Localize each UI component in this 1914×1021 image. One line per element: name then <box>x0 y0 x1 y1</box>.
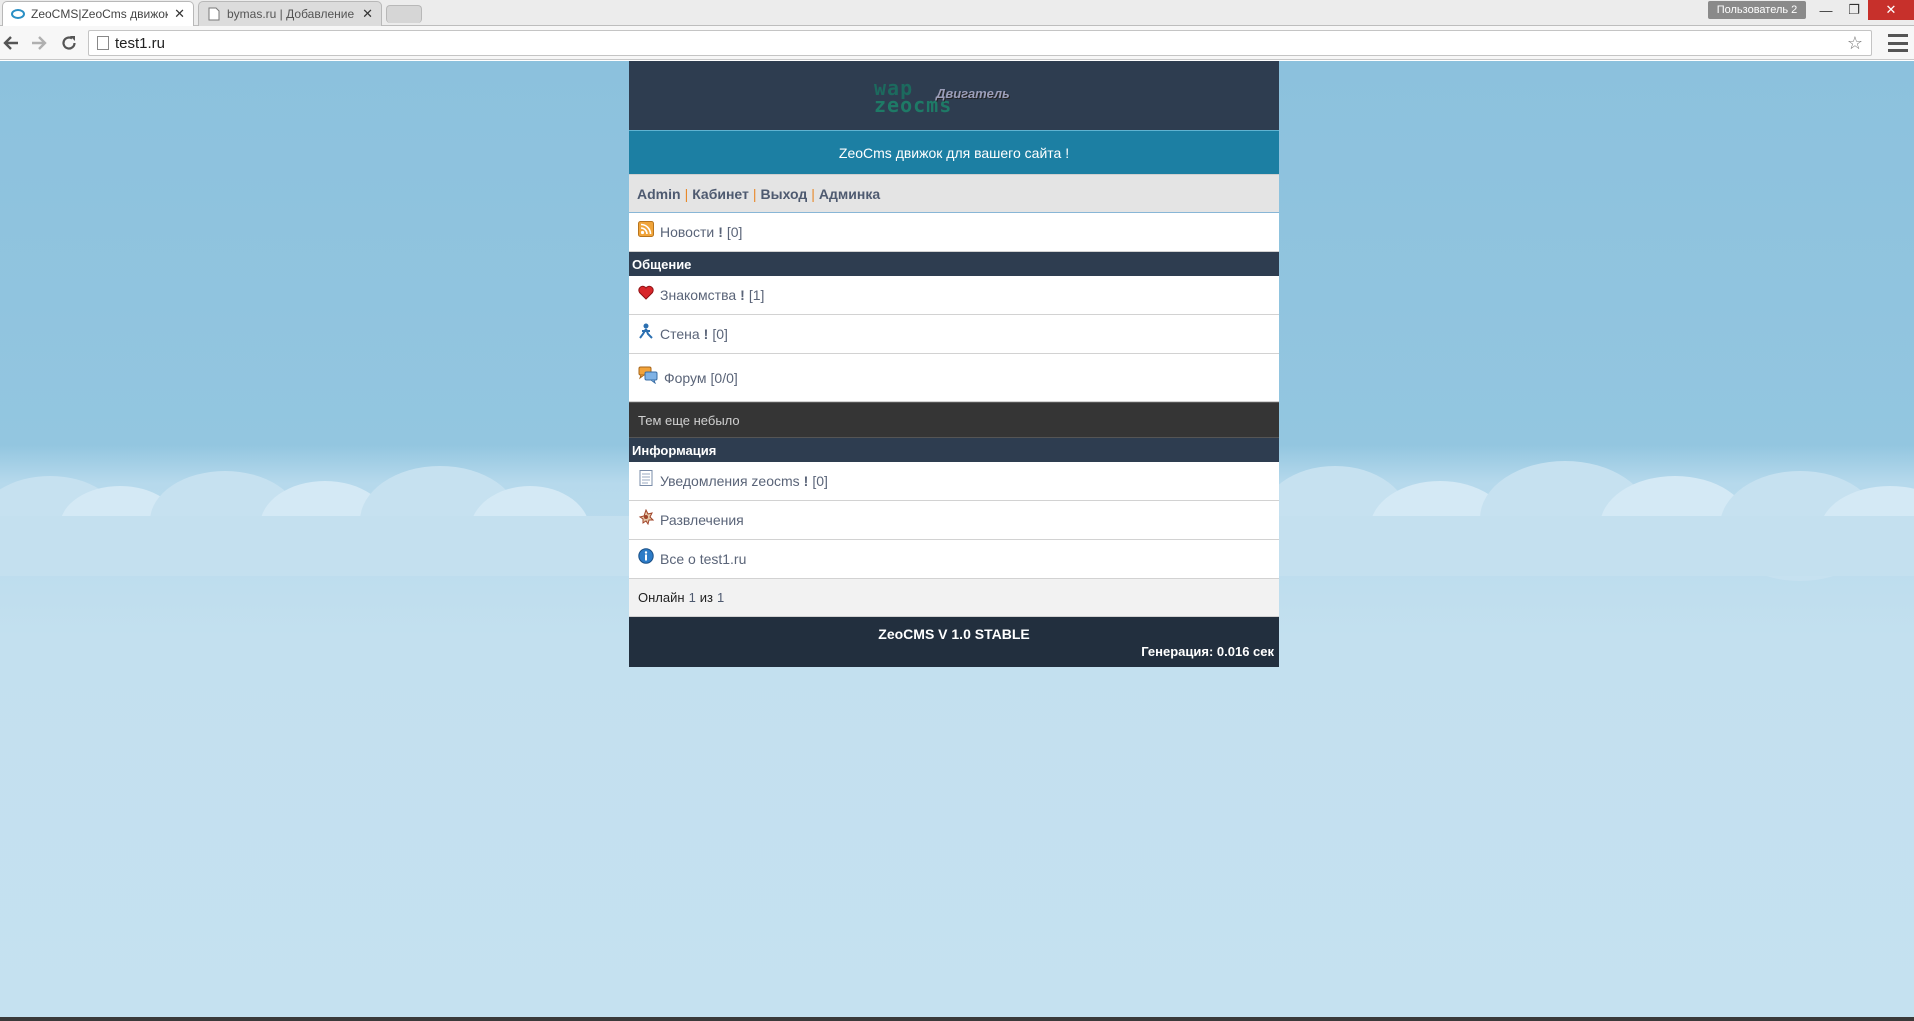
chat-icon <box>638 366 658 384</box>
menu-item-label: Знакомства <box>660 287 737 303</box>
nav-logout-link[interactable]: Выход <box>761 186 808 202</box>
nav-cabinet-link[interactable]: Кабинет <box>692 186 749 202</box>
url-text: test1.ru <box>115 34 166 52</box>
page-favicon-icon <box>207 7 221 21</box>
menu-item-dating[interactable]: Знакомства ! [1] <box>629 276 1279 315</box>
address-bar[interactable]: test1.ru ☆ <box>88 30 1872 56</box>
menu-item-label: Новости <box>660 224 715 240</box>
back-arrow-icon[interactable] <box>0 32 22 54</box>
nav-adminpanel-link[interactable]: Админка <box>819 186 880 202</box>
person-icon <box>638 323 654 339</box>
menu-item-label: Стена <box>660 326 700 342</box>
profile-badge[interactable]: Пользователь 2 <box>1708 1 1806 19</box>
nav-separator: | <box>752 185 757 202</box>
tab-zeocms[interactable]: ZeoCMS|ZeoCms движок ✕ <box>2 1 194 26</box>
restore-icon[interactable]: ❐ <box>1840 0 1868 20</box>
site-container: wap zeocms Двигатель ZeoCms движок для в… <box>629 61 1279 667</box>
menu-item-wall[interactable]: Стена ! [0] <box>629 315 1279 354</box>
notebook-icon <box>638 470 654 486</box>
zeocms-favicon-icon <box>11 7 25 21</box>
menu-item-count: [1] <box>748 287 765 303</box>
browser-toolbar: test1.ru ☆ <box>0 26 1914 60</box>
rss-icon <box>638 221 654 237</box>
taskbar-edge <box>0 1017 1914 1021</box>
menu-item-mark: ! <box>740 287 745 303</box>
section-header-info: Информация <box>629 438 1279 462</box>
tab-close-icon[interactable]: ✕ <box>362 6 373 22</box>
page-viewport: wap zeocms Двигатель ZeoCms движок для в… <box>0 61 1914 1021</box>
menu-item-label: Развлечения <box>660 512 744 528</box>
site-logo[interactable]: wap zeocms Двигатель <box>874 74 1034 118</box>
generation-time: Генерация: 0.016 сек <box>1141 644 1274 659</box>
menu-item-notifications[interactable]: Уведомления zeocms ! [0] <box>629 462 1279 501</box>
menu-item-count: [0] <box>712 326 728 342</box>
menu-item-label: Уведомления zeocms <box>660 473 800 489</box>
menu-item-mark: ! <box>718 224 723 240</box>
menu-item-about[interactable]: Все о test1.ru <box>629 540 1279 579</box>
window-close-icon[interactable]: ✕ <box>1868 0 1914 20</box>
menu-item-news[interactable]: Новости ! [0] <box>629 213 1279 252</box>
reload-icon[interactable] <box>58 32 80 54</box>
forward-arrow-icon[interactable] <box>28 32 50 54</box>
forum-empty-notice: Тем еще небыло <box>629 402 1279 438</box>
nav-admin-link[interactable]: Admin <box>637 186 681 202</box>
info-icon <box>638 548 654 564</box>
menu-item-mark: ! <box>803 473 809 489</box>
online-total-link[interactable]: 1 <box>717 590 724 605</box>
online-of: из <box>699 590 714 605</box>
menu-item-mark: ! <box>703 326 709 342</box>
online-current-link[interactable]: 1 <box>689 590 696 605</box>
tab-close-icon[interactable]: ✕ <box>174 6 185 22</box>
nav-separator: | <box>811 185 815 202</box>
browser-menu-icon[interactable] <box>1888 34 1908 52</box>
browser-tabstrip: ZeoCMS|ZeoCms движок ✕ bymas.ru | Добавл… <box>0 0 1914 26</box>
online-counter: Онлайн 1 из 1 <box>629 579 1279 617</box>
page-icon <box>97 36 109 50</box>
tab-label: ZeoCMS|ZeoCms движок <box>31 7 169 21</box>
site-header: wap zeocms Двигатель <box>629 61 1279 130</box>
user-nav: Admin | Кабинет | Выход | Админка <box>629 174 1279 213</box>
bookmark-star-icon[interactable]: ☆ <box>1847 33 1863 54</box>
nav-separator: | <box>684 185 689 202</box>
menu-item-label: Все о test1.ru <box>660 551 747 567</box>
online-label: Онлайн <box>638 590 685 605</box>
menu-item-label: Форум <box>664 369 707 386</box>
new-tab-button[interactable] <box>386 5 422 23</box>
minimize-icon[interactable]: — <box>1812 0 1840 20</box>
menu-item-count: [0/0] <box>710 369 738 386</box>
menu-item-forum[interactable]: Форум [0/0] <box>629 354 1279 402</box>
section-header-social: Общение <box>629 252 1279 276</box>
fun-icon <box>638 509 654 525</box>
tab-label: bymas.ru | Добавление ф <box>227 7 357 21</box>
menu-item-count: [0] <box>812 473 828 489</box>
version-text: ZeoCMS V 1.0 STABLE <box>878 626 1030 642</box>
menu-item-count: [0] <box>726 224 743 240</box>
menu-item-entertainment[interactable]: Развлечения <box>629 501 1279 540</box>
site-slogan: ZeoCms движок для вашего сайта ! <box>629 130 1279 174</box>
site-footer: ZeoCMS V 1.0 STABLE Генерация: 0.016 сек <box>629 617 1279 667</box>
heart-icon <box>638 284 654 300</box>
tab-bymas[interactable]: bymas.ru | Добавление ф ✕ <box>198 1 382 26</box>
